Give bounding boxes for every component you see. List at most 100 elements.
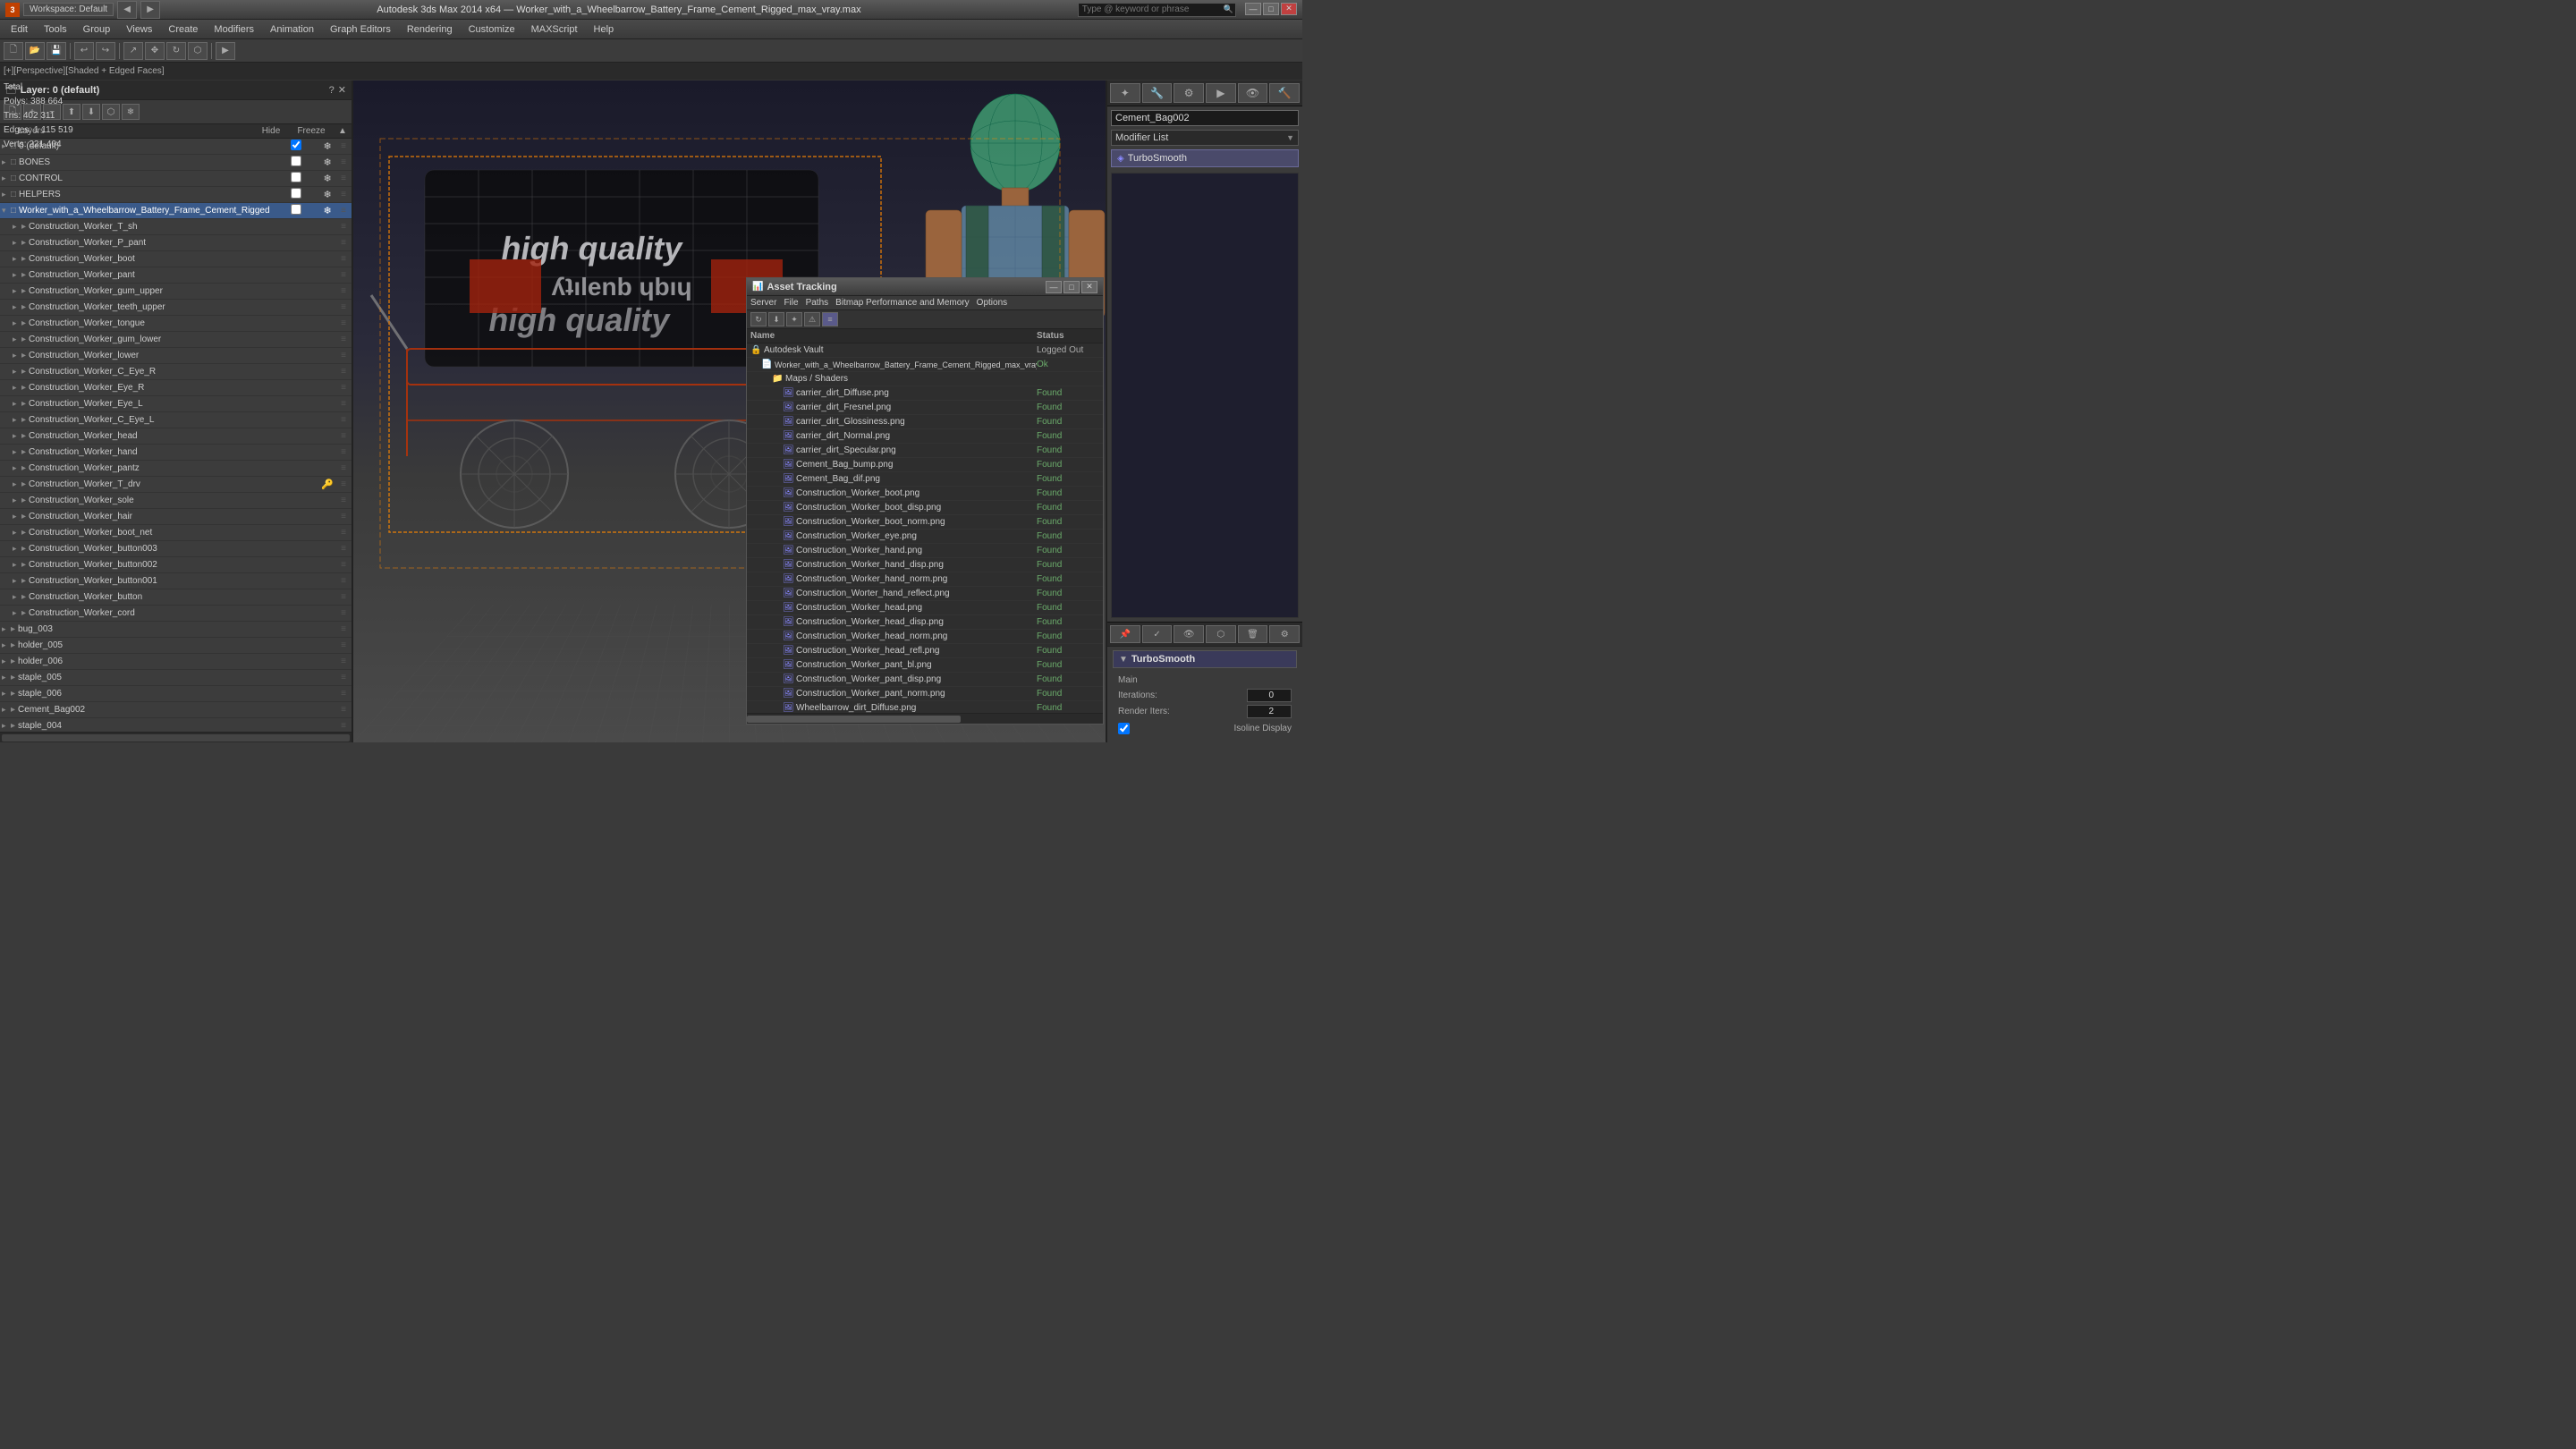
asset-highlight-btn[interactable]: ✦ [786, 312, 802, 326]
list-item[interactable]: 🖼 carrier_dirt_Specular.png Found [747, 444, 1103, 458]
expand-icon[interactable]: ▸ [13, 286, 21, 296]
expand-icon[interactable]: ▸ [13, 415, 21, 425]
list-item[interactable]: 🖼 Construction_Worker_pant_norm.png Foun… [747, 687, 1103, 701]
list-item[interactable]: ▸ ▸ staple_005 ≡ [0, 670, 352, 686]
expand-icon[interactable]: ▸ [13, 335, 21, 344]
list-item[interactable]: 🖼 Construction_Worter_hand_reflect.png F… [747, 587, 1103, 601]
list-item[interactable]: ▸ ▸ Construction_Worker_tongue ≡ [0, 316, 352, 332]
list-item[interactable]: ▸ ▸ Construction_Worker_hand ≡ [0, 445, 352, 461]
asset-minimize-btn[interactable]: — [1046, 281, 1062, 293]
expand-icon[interactable]: ▸ [13, 351, 21, 360]
expand-icon[interactable]: ▸ [13, 512, 21, 521]
layer-down-btn[interactable]: ⬇ [82, 104, 100, 120]
mod-make-unique-btn[interactable]: ⬡ [1206, 625, 1236, 643]
list-item[interactable]: 🖼 Construction_Worker_pant_disp.png Foun… [747, 673, 1103, 687]
expand-icon[interactable]: ▸ [13, 608, 21, 618]
list-item[interactable]: ▸ ▸ Cement_Bag002 ≡ [0, 702, 352, 718]
asset-refresh-btn[interactable]: ↻ [750, 312, 767, 326]
workspace-dropdown[interactable]: Workspace: Default [23, 3, 114, 16]
layer-hide-check[interactable] [278, 172, 314, 185]
expand-icon[interactable]: ▸ [13, 254, 21, 264]
expand-icon[interactable]: ▸ [2, 705, 11, 715]
h-scrollbar[interactable] [0, 732, 352, 742]
layer-hide-check[interactable] [278, 204, 314, 217]
list-item[interactable]: ▸ ▸ Construction_Worker_Eye_L ≡ [0, 396, 352, 412]
hierarchy-tab[interactable]: ⚙ [1174, 83, 1204, 103]
list-item[interactable]: ▸ ▸ Construction_Worker_boot_net ≡ [0, 525, 352, 541]
list-item[interactable]: ▸ ▸ Construction_Worker_C_Eye_L ≡ [0, 412, 352, 428]
list-item[interactable]: ▸ ▸ Construction_Worker_sole ≡ [0, 493, 352, 509]
expand-icon[interactable]: ▸ [13, 238, 21, 248]
menu-create[interactable]: Create [161, 22, 205, 37]
list-item[interactable]: 🖼 carrier_dirt_Fresnel.png Found [747, 401, 1103, 415]
new-btn[interactable]: 🗋 [4, 42, 23, 60]
layers-help-btn[interactable]: ? [329, 85, 335, 96]
menu-views[interactable]: Views [119, 22, 159, 37]
expand-icon[interactable]: ▸ [13, 496, 21, 505]
expand-icon[interactable]: ▸ [13, 544, 21, 554]
list-item[interactable]: 🖼 Construction_Worker_boot_norm.png Foun… [747, 515, 1103, 530]
list-item[interactable]: 🖼 carrier_dirt_Diffuse.png Found [747, 386, 1103, 401]
asset-h-scrollbar[interactable] [747, 713, 1103, 724]
list-item[interactable]: 🖼 Construction_Worker_pant_bl.png Found [747, 658, 1103, 673]
list-item[interactable]: ▸ ▸ Construction_Worker_boot ≡ [0, 251, 352, 267]
nav-back-btn[interactable]: ◀ [117, 1, 137, 19]
list-item[interactable]: ▸ ▸ holder_006 ≡ [0, 654, 352, 670]
list-item[interactable]: ▸ ▸ Construction_Worker_C_Eye_R ≡ [0, 364, 352, 380]
undo-btn[interactable]: ↩ [74, 42, 94, 60]
asset-list[interactable]: 🔒 Autodesk Vault Logged Out 📄 Worker_wit… [747, 343, 1103, 713]
menu-edit[interactable]: Edit [4, 22, 35, 37]
list-item[interactable]: ▸ ▸ Construction_Worker_pantz ≡ [0, 461, 352, 477]
expand-icon[interactable]: ▸ [13, 576, 21, 586]
scale-btn[interactable]: ⬡ [188, 42, 208, 60]
expand-icon[interactable]: ▾ [2, 206, 11, 216]
expand-icon[interactable]: ▸ [2, 157, 11, 167]
menu-modifiers[interactable]: Modifiers [207, 22, 261, 37]
list-item[interactable]: ▸ ▸ Construction_Worker_T_sh ≡ [0, 219, 352, 235]
list-item[interactable]: ▸ ▸ Construction_Worker_T_drv 🔑 ≡ [0, 477, 352, 493]
list-item[interactable]: ▸ ▸ Construction_Worker_teeth_upper ≡ [0, 300, 352, 316]
list-item[interactable]: ▸ ▸ bug_003 ≡ [0, 622, 352, 638]
expand-icon[interactable]: ▸ [13, 222, 21, 232]
layers-close-btn[interactable]: ✕ [338, 84, 346, 96]
expand-icon[interactable]: ▸ [13, 318, 21, 328]
utility-tab[interactable]: 🔨 [1269, 83, 1300, 103]
layers-list[interactable]: ▸ □ 0 (default) ❄ ≡ ▸ □ BONES ❄ ≡ ▸ □ CO… [0, 139, 352, 732]
expand-icon[interactable]: ▸ [2, 721, 11, 731]
menu-help[interactable]: Help [587, 22, 622, 37]
layer-hide-check[interactable] [278, 156, 314, 169]
mod-show-result-btn[interactable]: 👁 [1174, 625, 1204, 643]
object-name-input[interactable] [1111, 110, 1299, 126]
search-input[interactable] [1079, 4, 1222, 14]
expand-icon[interactable]: ▸ [13, 367, 21, 377]
mod-active-btn[interactable]: ✓ [1142, 625, 1173, 643]
menu-maxscript[interactable]: MAXScript [524, 22, 585, 37]
menu-customize[interactable]: Customize [462, 22, 522, 37]
expand-icon[interactable]: ▸ [13, 479, 21, 489]
list-item[interactable]: 📁 Maps / Shaders [747, 372, 1103, 386]
create-tab[interactable]: ✦ [1110, 83, 1140, 103]
asset-menu-bitmap[interactable]: Bitmap Performance and Memory [835, 298, 970, 308]
expand-icon[interactable]: ▸ [13, 447, 21, 457]
asset-reload-btn[interactable]: ⬇ [768, 312, 784, 326]
list-item[interactable]: 🖼 carrier_dirt_Glossiness.png Found [747, 415, 1103, 429]
list-item[interactable]: ▸ ▸ Construction_Worker_button002 ≡ [0, 557, 352, 573]
expand-icon[interactable]: ▸ [13, 592, 21, 602]
list-item[interactable]: 🖼 Construction_Worker_hand.png Found [747, 544, 1103, 558]
open-btn[interactable]: 📂 [25, 42, 45, 60]
iterations-input[interactable] [1247, 689, 1292, 702]
menu-animation[interactable]: Animation [263, 22, 321, 37]
list-item[interactable]: ▸ □ BONES ❄ ≡ [0, 155, 352, 171]
params-header[interactable]: ▼ TurboSmooth [1113, 650, 1297, 668]
expand-icon[interactable]: ▸ [13, 431, 21, 441]
mod-pin-btn[interactable]: 📌 [1110, 625, 1140, 643]
menu-tools[interactable]: Tools [37, 22, 74, 37]
layer-hide-check[interactable] [278, 140, 314, 153]
layer-freeze-btn[interactable]: ❄ [122, 104, 140, 120]
list-item[interactable]: 🖼 Construction_Worker_head.png Found [747, 601, 1103, 615]
redo-btn[interactable]: ↪ [96, 42, 115, 60]
list-item[interactable]: ▸ ▸ staple_006 ≡ [0, 686, 352, 702]
expand-icon[interactable]: ▸ [2, 689, 11, 699]
list-item[interactable]: ▸ □ CONTROL ❄ ≡ [0, 171, 352, 187]
list-item[interactable]: ▸ ▸ holder_005 ≡ [0, 638, 352, 654]
